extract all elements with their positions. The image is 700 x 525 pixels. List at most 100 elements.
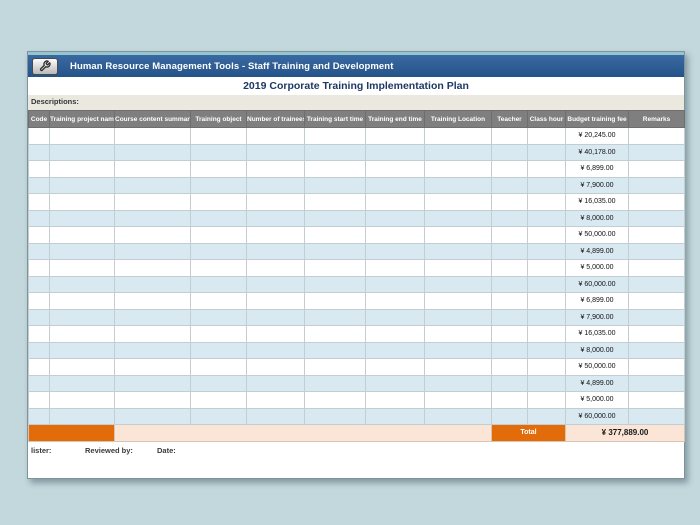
empty-cell[interactable] xyxy=(28,143,50,161)
empty-cell[interactable] xyxy=(114,407,191,425)
empty-cell[interactable] xyxy=(527,259,566,277)
empty-cell[interactable] xyxy=(190,358,247,376)
empty-cell[interactable] xyxy=(190,325,247,343)
empty-cell[interactable] xyxy=(304,176,366,194)
budget-fee-cell[interactable]: ¥ 5,000.00 xyxy=(565,391,629,409)
empty-cell[interactable] xyxy=(28,226,50,244)
empty-cell[interactable] xyxy=(365,391,425,409)
empty-cell[interactable] xyxy=(424,226,492,244)
empty-cell[interactable] xyxy=(246,160,305,178)
empty-cell[interactable] xyxy=(304,374,366,392)
empty-cell[interactable] xyxy=(190,341,247,359)
empty-cell[interactable] xyxy=(190,193,247,211)
empty-cell[interactable] xyxy=(527,407,566,425)
empty-cell[interactable] xyxy=(304,391,366,409)
empty-cell[interactable] xyxy=(114,292,191,310)
empty-cell[interactable] xyxy=(190,374,247,392)
empty-cell[interactable] xyxy=(628,259,685,277)
empty-cell[interactable] xyxy=(28,325,50,343)
empty-cell[interactable] xyxy=(190,407,247,425)
empty-cell[interactable] xyxy=(114,358,191,376)
empty-cell[interactable] xyxy=(527,242,566,260)
empty-cell[interactable] xyxy=(49,407,115,425)
empty-cell[interactable] xyxy=(49,242,115,260)
empty-cell[interactable] xyxy=(28,160,50,178)
empty-cell[interactable] xyxy=(304,325,366,343)
empty-cell[interactable] xyxy=(491,226,528,244)
empty-cell[interactable] xyxy=(246,209,305,227)
empty-cell[interactable] xyxy=(628,358,685,376)
empty-cell[interactable] xyxy=(365,341,425,359)
empty-cell[interactable] xyxy=(49,374,115,392)
empty-cell[interactable] xyxy=(491,341,528,359)
empty-cell[interactable] xyxy=(28,358,50,376)
empty-cell[interactable] xyxy=(49,308,115,326)
empty-cell[interactable] xyxy=(491,407,528,425)
empty-cell[interactable] xyxy=(424,160,492,178)
empty-cell[interactable] xyxy=(28,127,50,145)
empty-cell[interactable] xyxy=(49,226,115,244)
empty-cell[interactable] xyxy=(424,259,492,277)
empty-cell[interactable] xyxy=(365,160,425,178)
empty-cell[interactable] xyxy=(28,259,50,277)
empty-cell[interactable] xyxy=(114,259,191,277)
empty-cell[interactable] xyxy=(49,341,115,359)
empty-cell[interactable] xyxy=(365,308,425,326)
empty-cell[interactable] xyxy=(365,209,425,227)
budget-fee-cell[interactable]: ¥ 5,000.00 xyxy=(565,259,629,277)
empty-cell[interactable] xyxy=(424,143,492,161)
empty-cell[interactable] xyxy=(28,391,50,409)
empty-cell[interactable] xyxy=(304,292,366,310)
empty-cell[interactable] xyxy=(304,127,366,145)
empty-cell[interactable] xyxy=(114,193,191,211)
empty-cell[interactable] xyxy=(365,226,425,244)
empty-cell[interactable] xyxy=(527,374,566,392)
empty-cell[interactable] xyxy=(49,325,115,343)
empty-cell[interactable] xyxy=(527,292,566,310)
empty-cell[interactable] xyxy=(246,143,305,161)
empty-cell[interactable] xyxy=(527,226,566,244)
empty-cell[interactable] xyxy=(49,259,115,277)
empty-cell[interactable] xyxy=(424,325,492,343)
empty-cell[interactable] xyxy=(628,292,685,310)
empty-cell[interactable] xyxy=(246,259,305,277)
empty-cell[interactable] xyxy=(28,341,50,359)
empty-cell[interactable] xyxy=(304,407,366,425)
budget-fee-cell[interactable]: ¥ 8,000.00 xyxy=(565,209,629,227)
empty-cell[interactable] xyxy=(424,292,492,310)
empty-cell[interactable] xyxy=(628,275,685,293)
empty-cell[interactable] xyxy=(28,193,50,211)
empty-cell[interactable] xyxy=(491,275,528,293)
empty-cell[interactable] xyxy=(424,275,492,293)
empty-cell[interactable] xyxy=(424,308,492,326)
budget-fee-cell[interactable]: ¥ 4,899.00 xyxy=(565,374,629,392)
empty-cell[interactable] xyxy=(190,160,247,178)
empty-cell[interactable] xyxy=(527,160,566,178)
empty-cell[interactable] xyxy=(246,242,305,260)
empty-cell[interactable] xyxy=(304,242,366,260)
budget-fee-cell[interactable]: ¥ 8,000.00 xyxy=(565,341,629,359)
empty-cell[interactable] xyxy=(304,209,366,227)
empty-cell[interactable] xyxy=(365,176,425,194)
empty-cell[interactable] xyxy=(424,374,492,392)
budget-fee-cell[interactable]: ¥ 16,035.00 xyxy=(565,193,629,211)
empty-cell[interactable] xyxy=(246,407,305,425)
empty-cell[interactable] xyxy=(246,292,305,310)
empty-cell[interactable] xyxy=(190,259,247,277)
empty-cell[interactable] xyxy=(114,226,191,244)
empty-cell[interactable] xyxy=(424,341,492,359)
empty-cell[interactable] xyxy=(628,127,685,145)
empty-cell[interactable] xyxy=(628,226,685,244)
empty-cell[interactable] xyxy=(246,275,305,293)
empty-cell[interactable] xyxy=(190,391,247,409)
empty-cell[interactable] xyxy=(114,209,191,227)
empty-cell[interactable] xyxy=(49,160,115,178)
empty-cell[interactable] xyxy=(491,358,528,376)
empty-cell[interactable] xyxy=(628,143,685,161)
budget-fee-cell[interactable]: ¥ 6,899.00 xyxy=(565,292,629,310)
empty-cell[interactable] xyxy=(190,127,247,145)
empty-cell[interactable] xyxy=(424,358,492,376)
empty-cell[interactable] xyxy=(190,275,247,293)
empty-cell[interactable] xyxy=(304,259,366,277)
empty-cell[interactable] xyxy=(628,176,685,194)
